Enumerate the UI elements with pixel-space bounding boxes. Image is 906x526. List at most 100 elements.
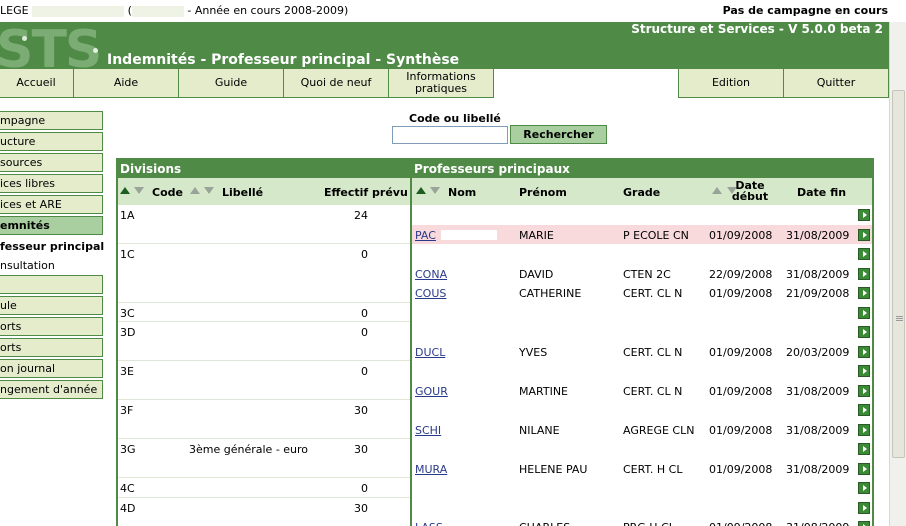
sidebar-item-ressources[interactable]: sources: [0, 153, 103, 172]
expand-icon[interactable]: [858, 404, 870, 416]
professeur-nom[interactable]: COUS: [415, 287, 446, 300]
sidebar-item-exports[interactable]: orts: [0, 338, 103, 357]
professeur-row[interactable]: [412, 303, 872, 322]
search-button[interactable]: Rechercher: [510, 125, 607, 144]
professeur-row[interactable]: [412, 400, 872, 419]
menu-edition[interactable]: Edition: [678, 69, 784, 98]
division-row[interactable]: 3D 0: [118, 322, 410, 361]
professeur-row[interactable]: DUCL YVES CERT. CL N 01/09/2008 20/03/2009: [412, 342, 872, 361]
professeur-row[interactable]: [412, 439, 872, 458]
professeur-grade: CERT. CL N: [623, 287, 683, 300]
sidebar-item-structure[interactable]: ucture: [0, 132, 103, 151]
sidebar-item-journal[interactable]: on journal: [0, 359, 103, 378]
sort-desc-icon[interactable]: [430, 187, 440, 194]
professeur-nom[interactable]: PAC: [415, 229, 436, 242]
division-row[interactable]: 3G 3ème générale - euro 30: [118, 439, 410, 478]
professeur-nom[interactable]: GOUR: [415, 385, 448, 398]
sort-asc-icon[interactable]: [120, 187, 130, 194]
top-info-bar: LEGE ( - Année en cours 2008-2009) Pas d…: [0, 0, 906, 22]
division-row[interactable]: 3E 0: [118, 361, 410, 400]
scrollbar-thumb[interactable]: [892, 90, 905, 458]
professeur-row[interactable]: PAC MARIE P ECOLE CN 01/09/2008 31/08/2009: [412, 224, 872, 244]
expand-icon[interactable]: [858, 306, 870, 319]
division-row[interactable]: 4C 0: [118, 478, 410, 498]
expand-icon[interactable]: [858, 443, 870, 455]
masked-establishment-name: [32, 5, 125, 17]
menu-informations-pratiques[interactable]: Informations pratiques: [388, 69, 494, 98]
expand-icon[interactable]: [858, 209, 870, 221]
division-row[interactable]: 3C 0: [118, 303, 410, 323]
campaign-status: Pas de campagne en cours: [722, 4, 888, 17]
sidebar-item-blank[interactable]: [0, 275, 103, 294]
divisions-header-row: Code Libellé Effectif prévu: [118, 178, 410, 205]
division-effectif: 30: [354, 501, 368, 515]
sidebar-subitem-professeur-principal[interactable]: fesseur principal: [0, 240, 104, 253]
professeur-nom[interactable]: LASS: [415, 521, 443, 526]
professeur-row[interactable]: SCHI NILANE AGREGE CLN 01/09/2008 31/08/2009: [412, 420, 872, 439]
col-nom[interactable]: Nom: [448, 186, 476, 199]
expand-icon[interactable]: [858, 326, 870, 338]
expand-icon[interactable]: [858, 365, 870, 377]
division-row[interactable]: 1C 0: [118, 244, 410, 303]
professeur-date-fin: 31/08/2009: [786, 228, 850, 242]
sidebar-item-calcule[interactable]: ule: [0, 296, 103, 315]
menu-aide[interactable]: Aide: [73, 69, 179, 98]
professeur-row[interactable]: [412, 361, 872, 380]
menu-guide[interactable]: Guide: [178, 69, 284, 98]
division-row[interactable]: 1A 24: [118, 205, 410, 244]
col-date-fin[interactable]: Date fin: [797, 186, 846, 199]
professeur-row[interactable]: [412, 498, 872, 517]
sidebar-item-indemnites[interactable]: emnités: [0, 216, 103, 235]
menu-quitter[interactable]: Quitter: [783, 69, 889, 98]
expand-icon[interactable]: [858, 287, 870, 299]
expand-icon[interactable]: [858, 228, 870, 241]
professeur-nom[interactable]: CONA: [415, 268, 447, 281]
professeur-row[interactable]: [412, 478, 872, 497]
professeur-row[interactable]: [412, 205, 872, 224]
sidebar-item-campagne[interactable]: mpagne: [0, 111, 103, 130]
col-grade[interactable]: Grade: [623, 186, 660, 199]
professeur-nom[interactable]: SCHI: [415, 424, 441, 437]
expand-icon[interactable]: [858, 521, 870, 526]
professeur-row[interactable]: CONA DAVID CTEN 2C 22/09/2008 31/08/2009: [412, 264, 872, 283]
professeur-row[interactable]: COUS CATHERINE CERT. CL N 01/09/2008 21/09/2…: [412, 283, 872, 302]
col-libelle[interactable]: Libellé: [222, 186, 263, 199]
sidebar-item-services-are[interactable]: ices et ARE: [0, 195, 103, 214]
search-input[interactable]: [392, 126, 508, 144]
professeur-row[interactable]: GOUR MARTINE CERT. CL N 01/09/2008 31/08/200…: [412, 381, 872, 400]
expand-icon[interactable]: [858, 248, 870, 260]
sidebar-item-services-libres[interactable]: ices libres: [0, 174, 103, 193]
sort-asc-icon[interactable]: [190, 187, 200, 194]
expand-icon[interactable]: [858, 423, 870, 436]
col-date-debut[interactable]: Date début: [722, 180, 778, 202]
sort-desc-icon[interactable]: [204, 187, 214, 194]
division-row[interactable]: 3F 30: [118, 400, 410, 439]
expand-icon[interactable]: [858, 345, 870, 358]
expand-icon[interactable]: [858, 384, 870, 397]
professeur-row[interactable]: LASS CHARLES PRG H CL 01/09/2008 31/08/2009: [412, 517, 872, 526]
sort-asc-icon[interactable]: [416, 187, 426, 194]
col-prenom[interactable]: Prénom: [519, 186, 567, 199]
sidebar-item-changement-annee[interactable]: ngement d'année: [0, 380, 103, 399]
sort-asc-icon[interactable]: [712, 187, 722, 194]
sidebar-subitem-consultation[interactable]: nsultation: [0, 259, 55, 272]
professeur-nom[interactable]: MURA: [415, 463, 447, 476]
professeur-date-debut: 01/09/2008: [709, 287, 773, 300]
sort-desc-icon[interactable]: [134, 187, 144, 194]
expand-icon[interactable]: [858, 267, 870, 280]
expand-icon[interactable]: [858, 462, 870, 475]
menu-accueil[interactable]: Accueil: [0, 69, 74, 98]
menu-quoi-de-neuf[interactable]: Quoi de neuf: [283, 69, 389, 98]
sidebar-item-imports[interactable]: orts: [0, 317, 103, 336]
division-row[interactable]: 4D 30: [118, 498, 410, 526]
professeur-row[interactable]: [412, 322, 872, 341]
expand-icon[interactable]: [858, 482, 870, 494]
professeur-row[interactable]: [412, 244, 872, 263]
col-effectif[interactable]: Effectif prévu: [324, 186, 408, 199]
division-effectif: 30: [354, 404, 368, 417]
professeur-row[interactable]: MURA HELENE PAU CERT. H CL 01/09/2008 31/08/…: [412, 459, 872, 478]
professeur-nom[interactable]: DUCL: [415, 346, 445, 359]
expand-icon[interactable]: [858, 501, 870, 514]
col-code[interactable]: Code: [152, 186, 183, 199]
vertical-scrollbar[interactable]: [889, 22, 906, 526]
